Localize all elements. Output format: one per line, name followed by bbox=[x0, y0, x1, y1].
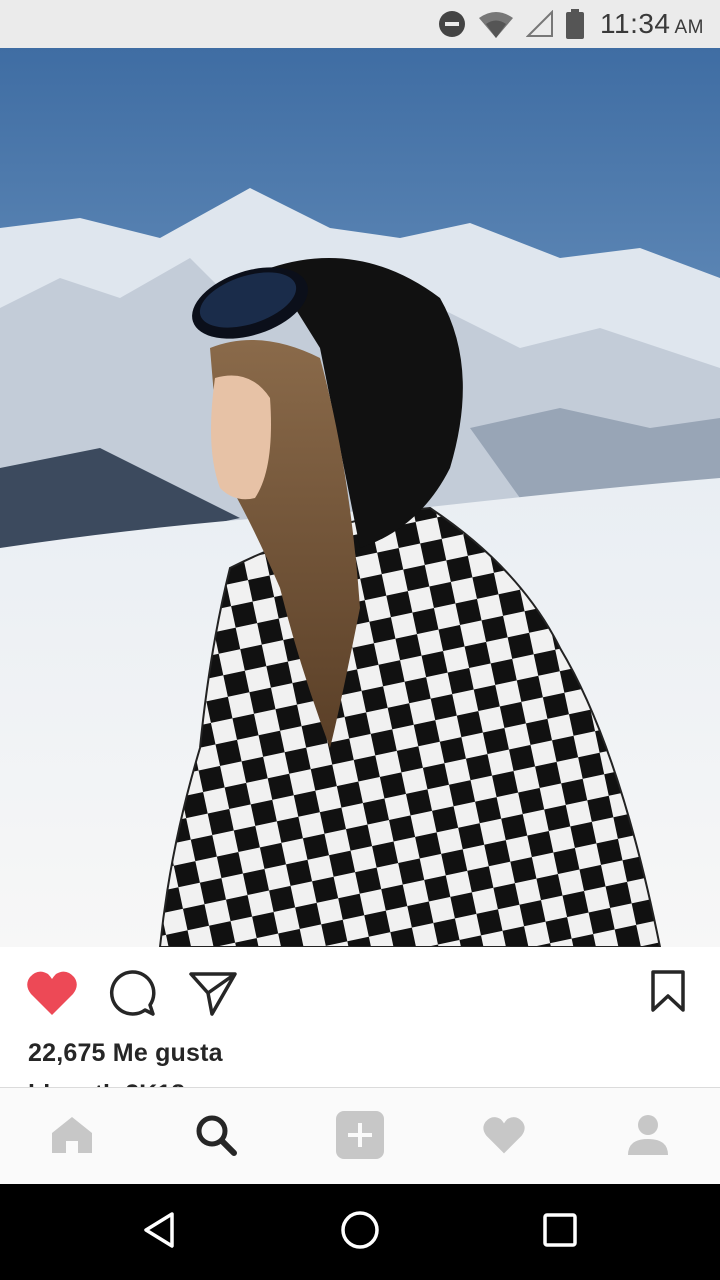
profile-icon bbox=[626, 1113, 670, 1162]
back-icon bbox=[140, 1210, 180, 1255]
nav-home[interactable] bbox=[48, 1115, 96, 1159]
recents-icon bbox=[541, 1211, 579, 1254]
home-circle-icon bbox=[339, 1209, 381, 1256]
status-time: 11:34 AM bbox=[600, 8, 704, 39]
system-back-button[interactable] bbox=[136, 1208, 184, 1256]
search-icon bbox=[194, 1113, 238, 1162]
status-bar: 11:34 AM bbox=[0, 0, 720, 48]
likes-count[interactable]: 22,675 Me gusta bbox=[28, 1039, 223, 1068]
comment-button[interactable] bbox=[108, 969, 156, 1022]
post-photo[interactable] bbox=[0, 48, 720, 947]
nav-search[interactable] bbox=[192, 1115, 240, 1159]
bottom-nav bbox=[0, 1087, 720, 1184]
nav-activity[interactable] bbox=[480, 1115, 528, 1159]
comment-icon bbox=[108, 970, 156, 1021]
do-not-disturb-icon bbox=[438, 10, 466, 38]
post-actions bbox=[0, 947, 720, 1039]
save-button[interactable] bbox=[650, 969, 686, 1018]
nav-profile[interactable] bbox=[624, 1113, 672, 1162]
system-recents-button[interactable] bbox=[536, 1208, 584, 1256]
home-icon bbox=[50, 1115, 94, 1160]
share-button[interactable] bbox=[188, 969, 238, 1022]
like-button[interactable] bbox=[26, 969, 78, 1022]
caption: hlvnoth 2K18 bbox=[28, 1079, 328, 1087]
battery-icon bbox=[566, 9, 584, 39]
share-icon bbox=[188, 972, 238, 1021]
system-home-button[interactable] bbox=[336, 1208, 384, 1256]
system-nav-bar bbox=[0, 1184, 720, 1280]
heart-filled-icon bbox=[26, 971, 78, 1021]
signal-icon bbox=[526, 10, 554, 38]
add-icon bbox=[336, 1110, 384, 1164]
wifi-icon bbox=[478, 10, 514, 38]
bookmark-icon bbox=[650, 970, 686, 1017]
activity-icon bbox=[482, 1115, 526, 1160]
nav-add[interactable] bbox=[336, 1110, 384, 1159]
